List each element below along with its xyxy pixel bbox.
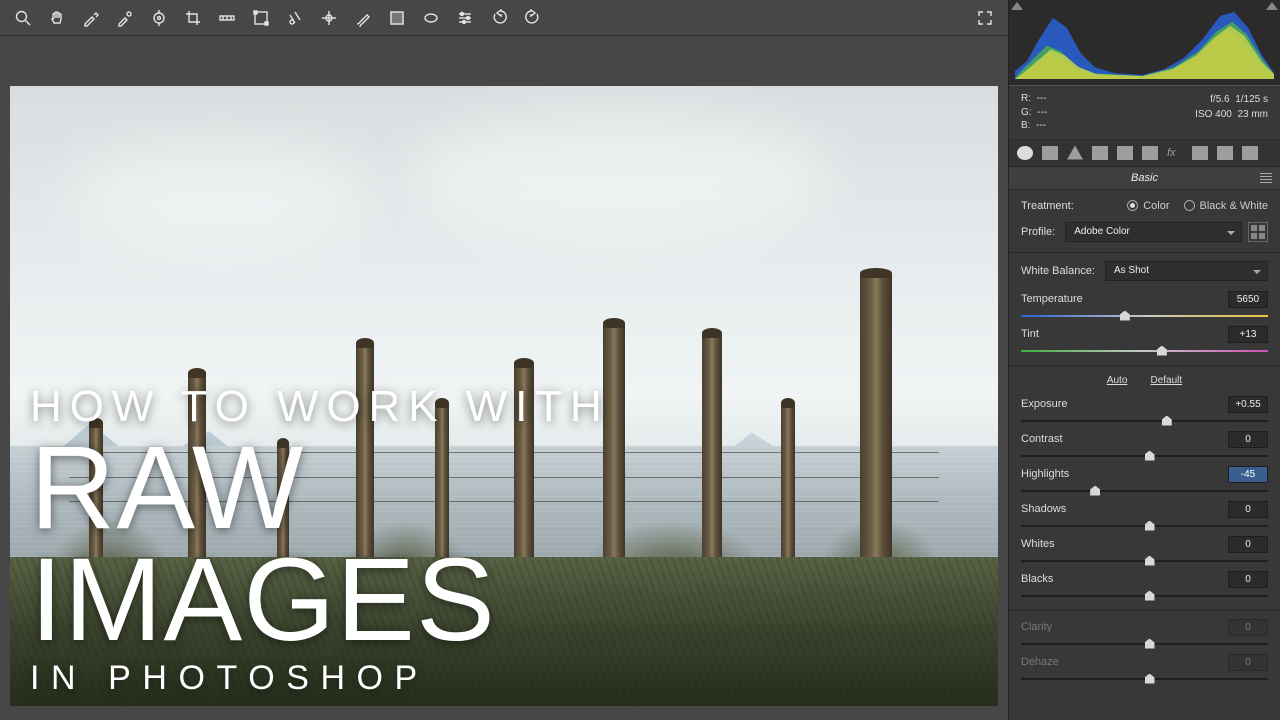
wb-dropdown[interactable]: As Shot: [1105, 261, 1268, 281]
default-link[interactable]: Default: [1150, 375, 1182, 386]
tab-curve-icon[interactable]: [1042, 146, 1058, 160]
temperature-label: Temperature: [1021, 293, 1083, 305]
treatment-bw-radio[interactable]: Black & White: [1184, 200, 1268, 212]
highlights-value[interactable]: -45: [1228, 466, 1268, 483]
tab-lens-icon[interactable]: [1142, 146, 1158, 160]
tint-value[interactable]: +13: [1228, 326, 1268, 343]
tab-detail-icon[interactable]: [1067, 146, 1083, 160]
rotate-cw-icon[interactable]: [524, 9, 542, 27]
preferences-icon[interactable]: [456, 9, 474, 27]
histogram[interactable]: [1009, 0, 1280, 86]
highlight-clip-icon[interactable]: [1266, 2, 1278, 10]
color-sampler-icon[interactable]: [116, 9, 134, 27]
dehaze-slider[interactable]: [1021, 673, 1268, 685]
wb-label: White Balance:: [1021, 265, 1095, 277]
shadows-label: Shadows: [1021, 503, 1066, 515]
hand-icon[interactable]: [48, 9, 66, 27]
brush-icon[interactable]: [354, 9, 372, 27]
contrast-slider[interactable]: [1021, 450, 1268, 462]
tint-label: Tint: [1021, 328, 1039, 340]
panel-menu-icon[interactable]: [1260, 173, 1272, 183]
contrast-value[interactable]: 0: [1228, 431, 1268, 448]
radial-filter-icon[interactable]: [422, 9, 440, 27]
crop-icon[interactable]: [184, 9, 202, 27]
profile-dropdown[interactable]: Adobe Color: [1065, 222, 1242, 242]
fullscreen-icon[interactable]: [976, 9, 994, 27]
camera-raw-toolbar: [0, 0, 1008, 36]
temperature-value[interactable]: 5650: [1228, 291, 1268, 308]
tab-split-icon[interactable]: [1117, 146, 1133, 160]
tab-calibration-icon[interactable]: [1192, 146, 1208, 160]
rotate-ccw-icon[interactable]: [490, 9, 508, 27]
spot-heal-icon[interactable]: [286, 9, 304, 27]
grad-filter-icon[interactable]: [388, 9, 406, 27]
overlay-line2: RAW IMAGES: [30, 432, 698, 656]
target-adjust-icon[interactable]: [150, 9, 168, 27]
contrast-label: Contrast: [1021, 433, 1063, 445]
tab-fx-icon[interactable]: fx: [1167, 146, 1183, 160]
shadows-value[interactable]: 0: [1228, 501, 1268, 518]
redeye-icon[interactable]: [320, 9, 338, 27]
temperature-slider[interactable]: [1021, 310, 1268, 322]
auto-link[interactable]: Auto: [1107, 375, 1128, 386]
eyedropper-icon[interactable]: [82, 9, 100, 27]
tab-basic-icon[interactable]: [1017, 146, 1033, 160]
exposure-slider[interactable]: [1021, 415, 1268, 427]
whites-value[interactable]: 0: [1228, 536, 1268, 553]
image-preview[interactable]: HOW TO WORK WITH RAW IMAGES IN PHOTOSHOP: [0, 36, 1008, 720]
clarity-slider[interactable]: [1021, 638, 1268, 650]
adjustments-panel: R: --- G: --- B: --- f/5.6 1/125 s ISO 4…: [1008, 0, 1280, 720]
dehaze-value[interactable]: 0: [1228, 654, 1268, 671]
tab-presets-icon[interactable]: [1217, 146, 1233, 160]
title-overlay: HOW TO WORK WITH RAW IMAGES IN PHOTOSHOP: [30, 386, 698, 694]
transform-icon[interactable]: [252, 9, 270, 27]
straighten-icon[interactable]: [218, 9, 236, 27]
blacks-label: Blacks: [1021, 573, 1053, 585]
overlay-line3: IN PHOTOSHOP: [30, 662, 698, 694]
tab-snapshots-icon[interactable]: [1242, 146, 1258, 160]
whites-slider[interactable]: [1021, 555, 1268, 567]
shadow-clip-icon[interactable]: [1011, 2, 1023, 10]
treatment-color-radio[interactable]: Color: [1127, 200, 1169, 212]
tab-hsl-icon[interactable]: [1092, 146, 1108, 160]
clarity-value[interactable]: 0: [1228, 619, 1268, 636]
treatment-label: Treatment:: [1021, 200, 1074, 212]
blacks-slider[interactable]: [1021, 590, 1268, 602]
highlights-slider[interactable]: [1021, 485, 1268, 497]
panel-tabs: fx: [1009, 140, 1280, 167]
shadows-slider[interactable]: [1021, 520, 1268, 532]
profile-browser-button[interactable]: [1248, 222, 1268, 242]
highlights-label: Highlights: [1021, 468, 1069, 480]
zoom-icon[interactable]: [14, 9, 32, 27]
exif-readout: R: --- G: --- B: --- f/5.6 1/125 s ISO 4…: [1009, 86, 1280, 140]
profile-label: Profile:: [1021, 226, 1055, 238]
exposure-value[interactable]: +0.55: [1228, 396, 1268, 413]
panel-header: Basic: [1009, 167, 1280, 190]
dehaze-label: Dehaze: [1021, 656, 1059, 668]
whites-label: Whites: [1021, 538, 1055, 550]
clarity-label: Clarity: [1021, 621, 1052, 633]
exposure-label: Exposure: [1021, 398, 1067, 410]
blacks-value[interactable]: 0: [1228, 571, 1268, 588]
tint-slider[interactable]: [1021, 345, 1268, 357]
